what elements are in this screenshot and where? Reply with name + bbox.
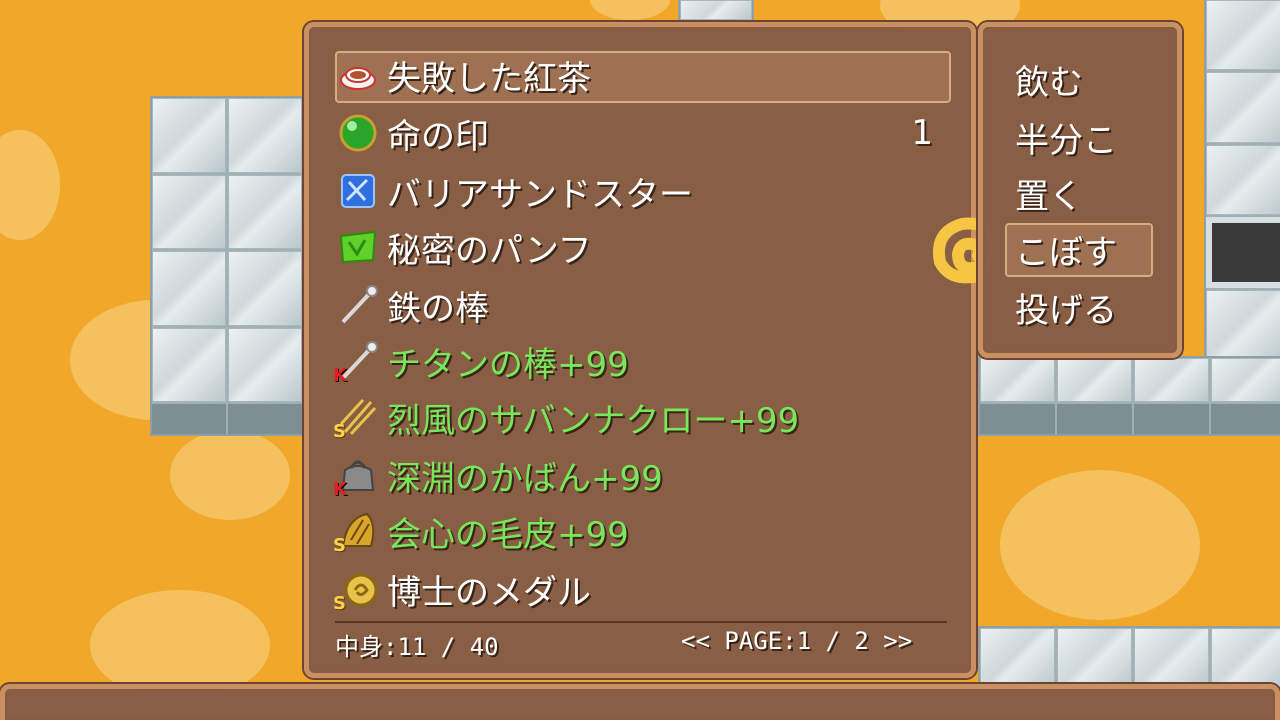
item-row[interactable]: S 会心の毛皮+99	[333, 505, 947, 557]
item-row[interactable]: 秘密のパンフ	[337, 221, 947, 273]
item-row[interactable]: K チタンの棒+99	[333, 335, 947, 387]
item-name: バリアサンドスター	[387, 174, 693, 215]
bag-icon: K	[333, 454, 379, 500]
item-name: チタンの棒+99	[387, 344, 629, 385]
item-row[interactable]: S 博士のメダル	[333, 563, 947, 615]
item-name: 命の印	[387, 116, 489, 157]
command-throw[interactable]: 投げる	[1015, 283, 1117, 332]
background-swirl	[1000, 470, 1200, 620]
item-row[interactable]: 命の印 1	[337, 107, 947, 159]
item-badge: K	[333, 479, 347, 500]
item-badge: S	[333, 593, 346, 614]
background-swirl	[0, 130, 60, 240]
item-name: 博士のメダル	[387, 572, 591, 613]
item-name: 秘密のパンフ	[387, 230, 592, 271]
item-name: 会心の毛皮+99	[387, 514, 629, 555]
item-row[interactable]: 鉄の棒	[337, 279, 947, 331]
green-orb-icon	[337, 112, 379, 154]
item-window: 失敗した紅茶 命の印 1 バリアサンドスター 秘密のパンフ 鉄の棒 K チタンの…	[304, 22, 976, 678]
background-swirl	[590, 0, 670, 20]
fur-icon: S	[333, 510, 379, 556]
item-badge: S	[333, 535, 346, 556]
command-window: 飲む 半分こ 置く こぼす 投げる	[978, 22, 1182, 358]
item-row[interactable]: バリアサンドスター	[337, 165, 947, 217]
command-drink[interactable]: 飲む	[1015, 55, 1083, 104]
item-row[interactable]: 失敗した紅茶	[337, 49, 947, 101]
item-name: 鉄の棒	[387, 288, 489, 329]
map-tiles-right	[1204, 0, 1280, 362]
item-name: 失敗した紅茶	[387, 58, 591, 99]
item-row[interactable]: K 深淵のかばん+99	[333, 449, 947, 501]
message-window	[0, 684, 1280, 720]
item-name: 深淵のかばん+99	[387, 458, 663, 499]
item-badge: S	[333, 421, 346, 442]
item-count: 1	[911, 113, 933, 153]
map-tiles-left	[150, 96, 304, 436]
claw-icon: S	[333, 396, 379, 442]
footer-divider	[335, 621, 947, 623]
background-swirl	[170, 430, 290, 520]
medal-icon: S	[333, 568, 379, 614]
titanium-rod-icon: K	[333, 340, 379, 386]
blue-crystal-icon	[337, 170, 379, 212]
contents-count: 中身:11 / 40	[335, 633, 499, 661]
map-tiles-top	[678, 0, 754, 22]
command-place[interactable]: 置く	[1015, 169, 1083, 218]
command-spill[interactable]: こぼす	[1015, 225, 1117, 274]
map-tiles-right-ledge	[978, 356, 1280, 436]
item-badge: K	[333, 365, 347, 386]
green-pamphlet-icon	[337, 226, 379, 268]
item-name: 烈風のサバンナクロー+99	[387, 400, 800, 441]
teacup-icon	[337, 54, 379, 96]
item-row[interactable]: S 烈風のサバンナクロー+99	[333, 391, 947, 443]
page-indicator[interactable]: << PAGE:1 / 2 >>	[681, 627, 912, 655]
iron-rod-icon	[337, 284, 379, 326]
command-share-half[interactable]: 半分こ	[1015, 113, 1117, 162]
map-tiles-bottom	[978, 626, 1280, 690]
